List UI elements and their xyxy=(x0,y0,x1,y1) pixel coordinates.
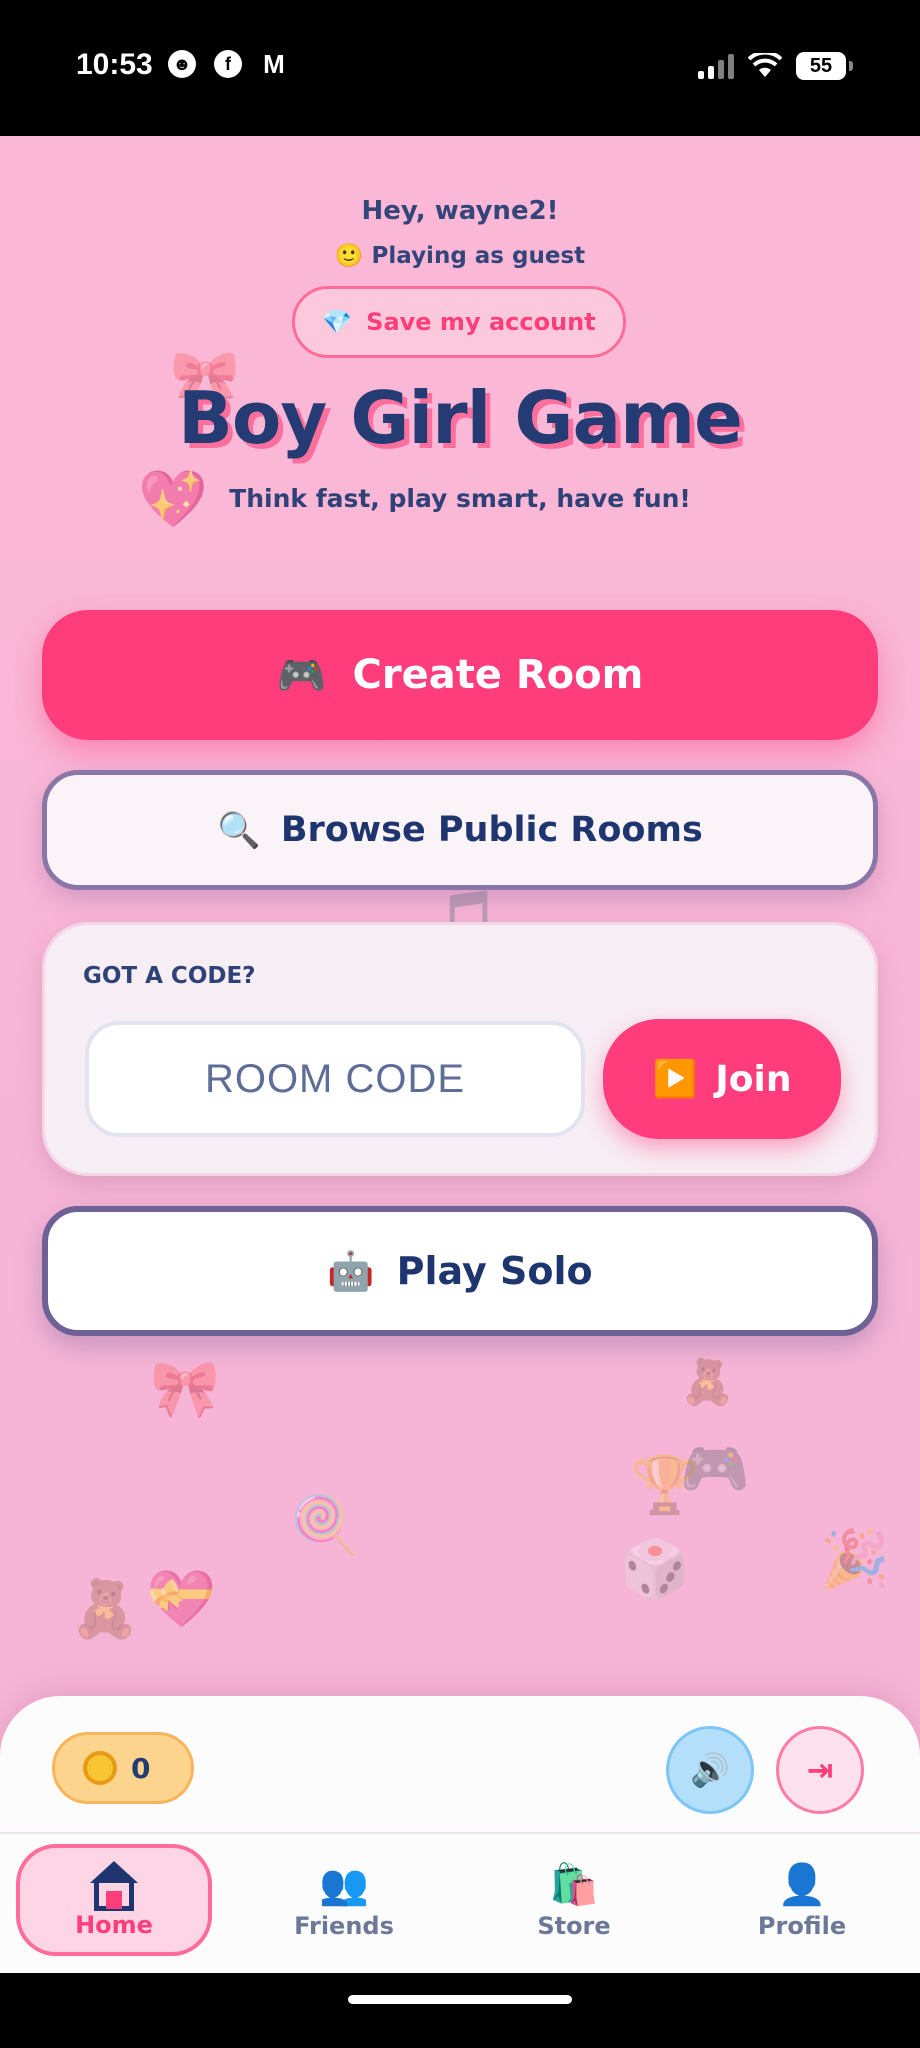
lollipop-icon: 🍭 xyxy=(290,1493,360,1558)
party-popper-icon: 🎉 xyxy=(820,1527,890,1592)
room-code-card: GOT A CODE? ▶️ Join xyxy=(42,922,878,1176)
save-account-label: Save my account xyxy=(366,308,596,336)
coin-icon xyxy=(83,1751,117,1785)
system-icons: 55 xyxy=(698,52,853,80)
teddy-bear-icon: 🧸 xyxy=(70,1577,140,1642)
robot-icon: 🤖 xyxy=(327,1248,375,1293)
teddy-bear-icon: 🧸 xyxy=(680,1357,735,1408)
home-icon xyxy=(86,1861,142,1911)
coin-balance[interactable]: 0 xyxy=(52,1732,194,1804)
gamepad-icon: 🎮 xyxy=(680,1437,750,1502)
save-account-button[interactable]: 💎 Save my account xyxy=(292,286,626,358)
greeting: Hey, wayne2! xyxy=(361,196,559,226)
home-indicator-area xyxy=(0,1973,920,2048)
wifi-icon xyxy=(748,53,782,77)
app-title: Boy Girl Game xyxy=(178,376,743,460)
nav-friends[interactable]: 👥 Friends xyxy=(246,1844,442,1956)
friends-icon: 👥 xyxy=(319,1861,369,1908)
search-icon: 🔍 xyxy=(217,810,261,851)
guest-status: 🙂 Playing as guest xyxy=(0,242,920,269)
nav-profile[interactable]: 👤 Profile xyxy=(704,1844,900,1956)
dice-icon: 🎲 xyxy=(620,1537,690,1602)
create-room-label: Create Room xyxy=(352,652,644,698)
room-code-input[interactable] xyxy=(85,1021,585,1137)
browse-public-rooms-button[interactable]: 🔍 Browse Public Rooms xyxy=(42,770,878,890)
join-button[interactable]: ▶️ Join xyxy=(603,1019,841,1139)
nav-home[interactable]: Home xyxy=(16,1844,212,1956)
facebook-icon: f xyxy=(214,50,242,78)
gamepad-icon: 🎮 xyxy=(276,652,327,699)
coin-count: 0 xyxy=(131,1751,151,1785)
browse-public-rooms-label: Browse Public Rooms xyxy=(280,810,703,850)
play-solo-label: Play Solo xyxy=(396,1249,593,1293)
tagline: Think fast, play smart, have fun! xyxy=(229,484,691,513)
logout-icon: ⇥ xyxy=(806,1751,834,1789)
app-screen: 🎀 💖 🎵 🎀 🧸 🍭 🏆 🎮 🎲 🎉 🧸 💝 Hey, wayne2! 🙂 P… xyxy=(0,136,920,1973)
nav-profile-label: Profile xyxy=(757,1911,847,1940)
nav-store[interactable]: 🛍️ Store xyxy=(476,1844,672,1956)
battery-icon: 55 xyxy=(796,52,853,80)
logout-button[interactable]: ⇥ xyxy=(776,1726,864,1814)
bottom-panel: 0 🔊 ⇥ Home 👥 Friends 🛍️ Store 👤 Profile xyxy=(0,1696,920,1973)
nav-divider xyxy=(0,1832,920,1834)
signal-icon xyxy=(698,53,734,79)
create-room-button[interactable]: 🎮 Create Room xyxy=(42,610,878,740)
speaker-icon: 🔊 xyxy=(690,1751,730,1789)
clock: 10:53 xyxy=(76,48,153,81)
diamond-icon: 💎 xyxy=(322,308,353,336)
profile-icon: 👤 xyxy=(777,1861,827,1908)
nav-store-label: Store xyxy=(537,1911,611,1940)
play-icon: ▶️ xyxy=(652,1059,698,1100)
status-bar: 10:53 ☻ f M 55 xyxy=(0,0,920,136)
nav-home-label: Home xyxy=(75,1911,153,1939)
heart-icon: 💝 xyxy=(146,1567,216,1632)
home-indicator[interactable] xyxy=(348,1995,572,2004)
gmail-icon: M xyxy=(263,48,285,79)
store-icon: 🛍️ xyxy=(549,1861,599,1908)
smile-icon: 🙂 xyxy=(334,243,364,269)
join-label: Join xyxy=(715,1058,792,1100)
sound-toggle-button[interactable]: 🔊 xyxy=(666,1726,754,1814)
play-solo-button[interactable]: 🤖 Play Solo xyxy=(42,1206,878,1336)
room-code-heading: GOT A CODE? xyxy=(83,963,256,989)
guest-status-label: Playing as guest xyxy=(371,243,586,269)
discord-icon: ☻ xyxy=(168,50,196,78)
bow-icon: 🎀 xyxy=(150,1357,220,1422)
notification-icons: ☻ f M xyxy=(168,48,288,79)
nav-friends-label: Friends xyxy=(294,1911,394,1940)
